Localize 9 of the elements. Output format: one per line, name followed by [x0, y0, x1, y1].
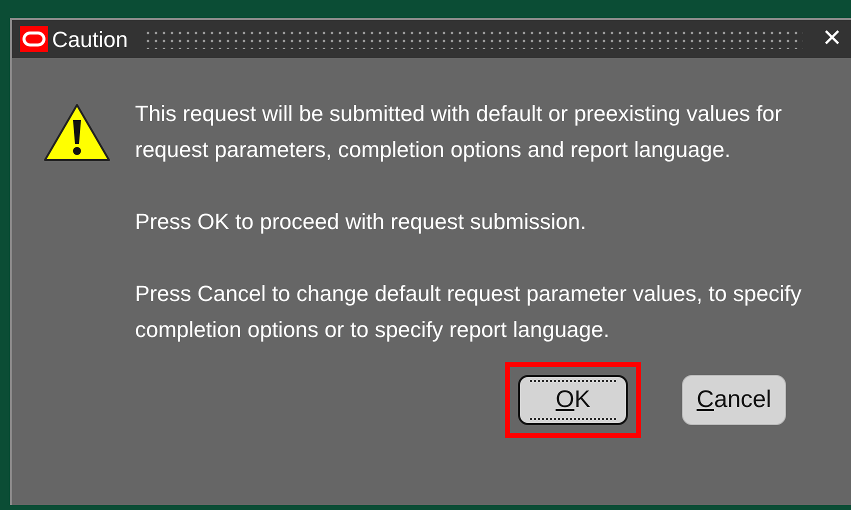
- dialog-button[interactable]: Cancel: [682, 375, 786, 425]
- warning-icon: [42, 102, 112, 164]
- close-button[interactable]: ✕: [819, 27, 845, 51]
- message-text: This request will be submitted with default or preexisting values for request parameters, completion options and report language.: [135, 100, 783, 164]
- dialog-button[interactable]: OK: [518, 375, 628, 425]
- logo-icon: [20, 26, 48, 52]
- message-text: Press Cancel to change default request parameter values, to specify completion options or to specify report language.: [135, 280, 802, 344]
- message-text: Press OK to proceed with request submission.: [135, 208, 588, 236]
- window-title: Caution: [52, 26, 128, 54]
